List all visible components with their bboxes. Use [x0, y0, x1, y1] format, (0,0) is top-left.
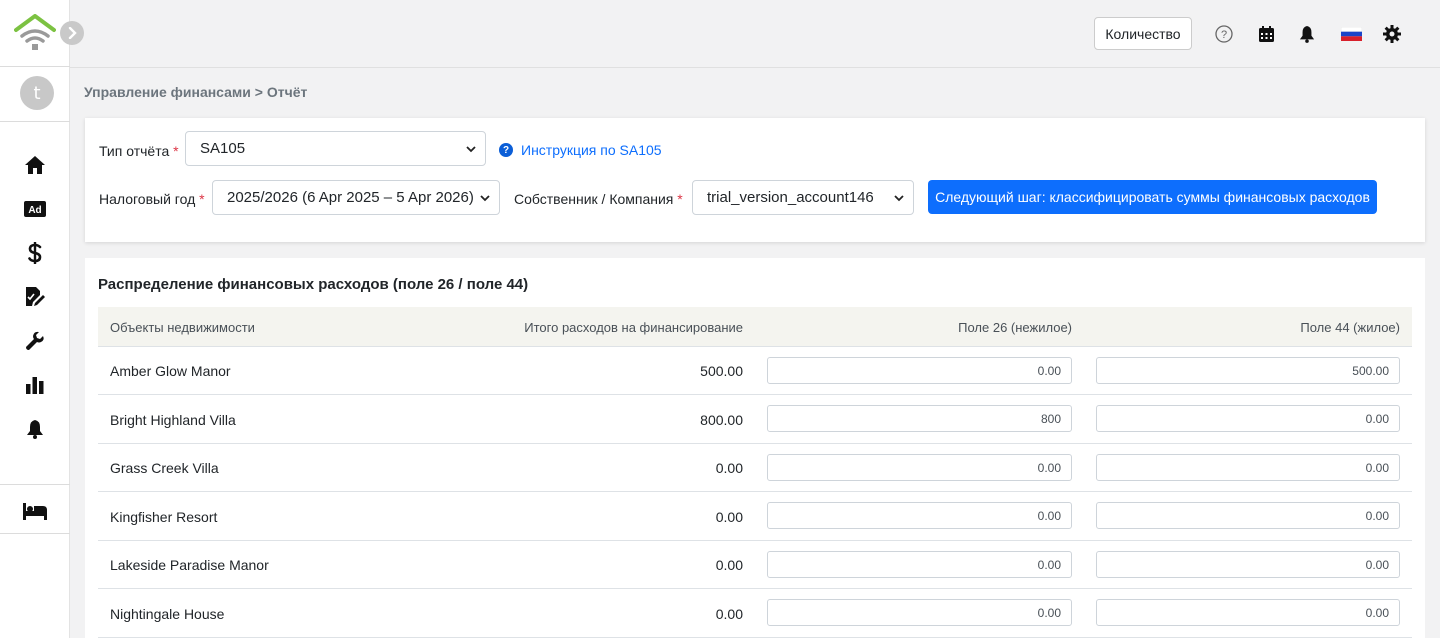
sidebar-divider: [0, 121, 70, 122]
chevron-down-icon: [480, 195, 490, 202]
total-finance-cost: 0.00: [715, 460, 743, 476]
property-name: Kingfisher Resort: [110, 509, 218, 525]
wifi-house-logo-icon[interactable]: [14, 14, 56, 52]
column-header-property: Объекты недвижимости: [110, 320, 255, 335]
owner-label: Собственник / Компания *: [514, 191, 683, 207]
breadcrumb: Управление финансами > Отчёт: [84, 84, 308, 100]
total-finance-cost: 500.00: [700, 363, 743, 379]
column-header-box44: Поле 44 (жилое): [1300, 320, 1400, 335]
column-header-box26: Поле 26 (нежилое): [958, 320, 1072, 335]
property-name: Amber Glow Manor: [110, 363, 231, 379]
sidebar-divider: [0, 66, 70, 67]
ad-icon[interactable]: Ad: [22, 198, 48, 220]
avatar[interactable]: t: [20, 76, 54, 110]
bed-icon[interactable]: [22, 500, 48, 522]
report-type-label: Тип отчёта *: [99, 143, 179, 159]
tax-year-select[interactable]: 2025/2026 (6 Apr 2025 – 5 Apr 2026): [212, 180, 500, 215]
total-finance-cost: 800.00: [700, 412, 743, 428]
property-name: Nightingale House: [110, 606, 225, 622]
box26-input[interactable]: 0.00: [767, 357, 1072, 384]
box44-input[interactable]: 500.00: [1096, 357, 1400, 384]
wrench-icon[interactable]: [22, 330, 48, 352]
topbar: Количество ?: [70, 0, 1440, 68]
box44-input[interactable]: 0.00: [1096, 551, 1400, 578]
sidebar-toggle-button[interactable]: [60, 21, 84, 45]
box26-input[interactable]: 800: [767, 405, 1072, 432]
calendar-icon[interactable]: [1256, 24, 1276, 44]
home-icon[interactable]: [22, 154, 48, 176]
sidebar: t Ad: [0, 0, 70, 638]
russian-flag-icon[interactable]: [1340, 24, 1362, 44]
owner-select[interactable]: trial_version_account146: [692, 180, 914, 215]
svg-text:?: ?: [1221, 29, 1227, 41]
table-row: Nightingale House 0.00 0.00 0.00: [98, 589, 1412, 638]
box44-input[interactable]: 0.00: [1096, 502, 1400, 529]
property-name: Grass Creek Villa: [110, 460, 219, 476]
table-row: Bright Highland Villa 800.00 800 0.00: [98, 395, 1412, 444]
report-settings-card: Тип отчёта * SA105 ? Инструкция по SA105…: [85, 118, 1425, 242]
table-row: Lakeside Paradise Manor 0.00 0.00 0.00: [98, 541, 1412, 589]
bell-icon[interactable]: [22, 418, 48, 440]
svg-text:Ad: Ad: [28, 205, 41, 216]
dollar-icon[interactable]: [22, 242, 48, 264]
property-name: Bright Highland Villa: [110, 412, 236, 428]
sidebar-divider: [0, 484, 70, 485]
table-row: Amber Glow Manor 500.00 0.00 500.00: [98, 347, 1412, 395]
total-finance-cost: 0.00: [715, 509, 743, 525]
table-row: Kingfisher Resort 0.00 0.00 0.00: [98, 492, 1412, 541]
box26-input[interactable]: 0.00: [767, 502, 1072, 529]
bar-chart-icon[interactable]: [22, 374, 48, 396]
total-finance-cost: 0.00: [715, 606, 743, 622]
table-row: Grass Creek Villa 0.00 0.00 0.00: [98, 444, 1412, 492]
box44-input[interactable]: 0.00: [1096, 405, 1400, 432]
tax-year-label: Налоговый год *: [99, 191, 205, 207]
next-step-button[interactable]: Следующий шаг: классифицировать суммы фи…: [928, 180, 1377, 214]
help-icon[interactable]: ?: [1214, 24, 1234, 44]
box26-input[interactable]: 0.00: [767, 454, 1072, 481]
box44-input[interactable]: 0.00: [1096, 454, 1400, 481]
sa105-help-link[interactable]: ? Инструкция по SA105: [499, 142, 662, 158]
sidebar-divider: [0, 533, 70, 534]
box26-input[interactable]: 0.00: [767, 599, 1072, 626]
quantity-button[interactable]: Количество: [1094, 17, 1192, 50]
settings-gear-icon[interactable]: [1382, 24, 1402, 44]
finance-allocation-card: Распределение финансовых расходов (поле …: [85, 258, 1425, 638]
table-title: Распределение финансовых расходов (поле …: [98, 276, 529, 293]
chevron-down-icon: [894, 195, 904, 202]
box26-input[interactable]: 0.00: [767, 551, 1072, 578]
table-header: Объекты недвижимости Итого расходов на ф…: [98, 307, 1412, 347]
column-header-total: Итого расходов на финансирование: [524, 320, 743, 335]
document-edit-icon[interactable]: [22, 286, 48, 308]
chevron-down-icon: [466, 146, 476, 153]
total-finance-cost: 0.00: [715, 557, 743, 573]
box44-input[interactable]: 0.00: [1096, 599, 1400, 626]
notification-bell-icon[interactable]: [1297, 24, 1317, 44]
question-icon: ?: [499, 143, 513, 157]
report-type-select[interactable]: SA105: [185, 131, 486, 166]
property-name: Lakeside Paradise Manor: [110, 557, 269, 573]
